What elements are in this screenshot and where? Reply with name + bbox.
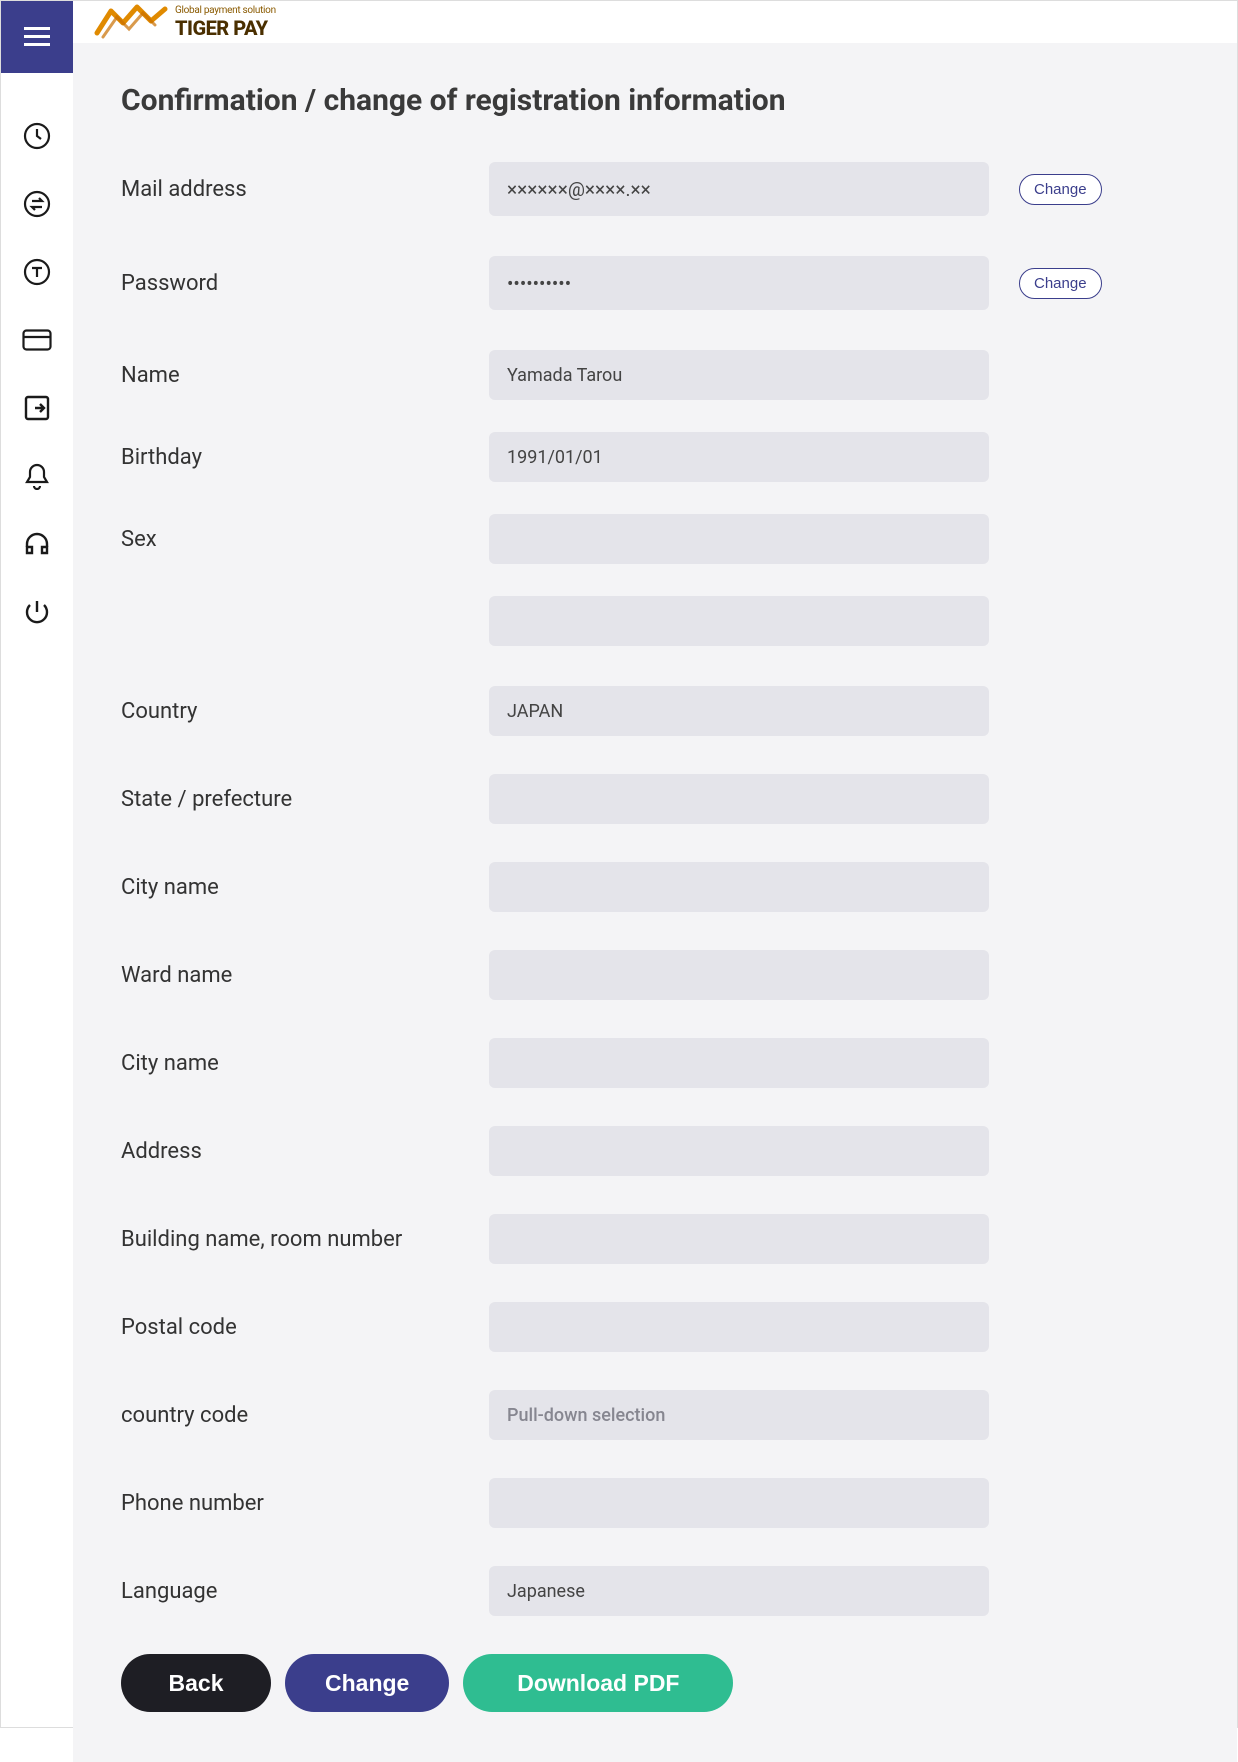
value-sex2 — [489, 596, 989, 646]
label-password: Password — [121, 271, 489, 296]
back-button[interactable]: Back — [121, 1654, 271, 1712]
value-ccode[interactable]: Pull-down selection — [489, 1390, 989, 1440]
label-ccode: country code — [121, 1403, 489, 1428]
value-password: •••••••••• — [489, 256, 989, 310]
label-phone: Phone number — [121, 1491, 489, 1516]
hamburger-icon — [24, 27, 50, 47]
brand-name: TIGER PAY — [175, 18, 276, 38]
value-address — [489, 1126, 989, 1176]
value-language: Japanese — [489, 1566, 989, 1616]
value-city2 — [489, 1038, 989, 1088]
value-country: JAPAN — [489, 686, 989, 736]
nav-bell-icon[interactable] — [22, 461, 52, 491]
value-building — [489, 1214, 989, 1264]
label-sex: Sex — [121, 527, 489, 552]
label-ward: Ward name — [121, 963, 489, 988]
nav-tether-icon[interactable] — [22, 257, 52, 287]
topbar: Global payment solution TIGER PAY — [73, 1, 1237, 43]
label-city: City name — [121, 875, 489, 900]
label-birthday: Birthday — [121, 445, 489, 470]
value-name: Yamada Tarou — [489, 350, 989, 400]
tiger-icon — [93, 1, 171, 43]
value-phone — [489, 1478, 989, 1528]
label-postal: Postal code — [121, 1315, 489, 1340]
value-state — [489, 774, 989, 824]
download-pdf-button[interactable]: Download PDF — [463, 1654, 733, 1712]
label-city2: City name — [121, 1051, 489, 1076]
label-address: Address — [121, 1139, 489, 1164]
brand-logo: Global payment solution TIGER PAY — [93, 1, 276, 43]
value-city — [489, 862, 989, 912]
label-language: Language — [121, 1579, 489, 1604]
nav-exchange-icon[interactable] — [22, 189, 52, 219]
nav-power-icon[interactable] — [22, 597, 52, 627]
change-mail-button[interactable]: Change — [1019, 174, 1102, 205]
label-state: State / prefecture — [121, 787, 489, 812]
nav-headset-icon[interactable] — [22, 529, 52, 559]
label-name: Name — [121, 363, 489, 388]
label-building: Building name, room number — [121, 1227, 489, 1252]
label-mail: Mail address — [121, 177, 489, 202]
nav-card-icon[interactable] — [22, 325, 52, 355]
sidebar — [1, 1, 73, 1727]
change-button[interactable]: Change — [285, 1654, 449, 1712]
nav-withdraw-icon[interactable] — [22, 393, 52, 423]
page-title: Confirmation / change of registration in… — [121, 83, 1197, 118]
value-mail: ××××××@××××.×× — [489, 162, 989, 216]
value-sex — [489, 514, 989, 564]
value-postal — [489, 1302, 989, 1352]
change-password-button[interactable]: Change — [1019, 268, 1102, 299]
nav-clock-icon[interactable] — [22, 121, 52, 151]
brand-tagline: Global payment solution — [175, 6, 276, 16]
menu-toggle[interactable] — [1, 1, 73, 73]
label-country: Country — [121, 699, 489, 724]
value-birthday: 1991/01/01 — [489, 432, 989, 482]
value-ward — [489, 950, 989, 1000]
